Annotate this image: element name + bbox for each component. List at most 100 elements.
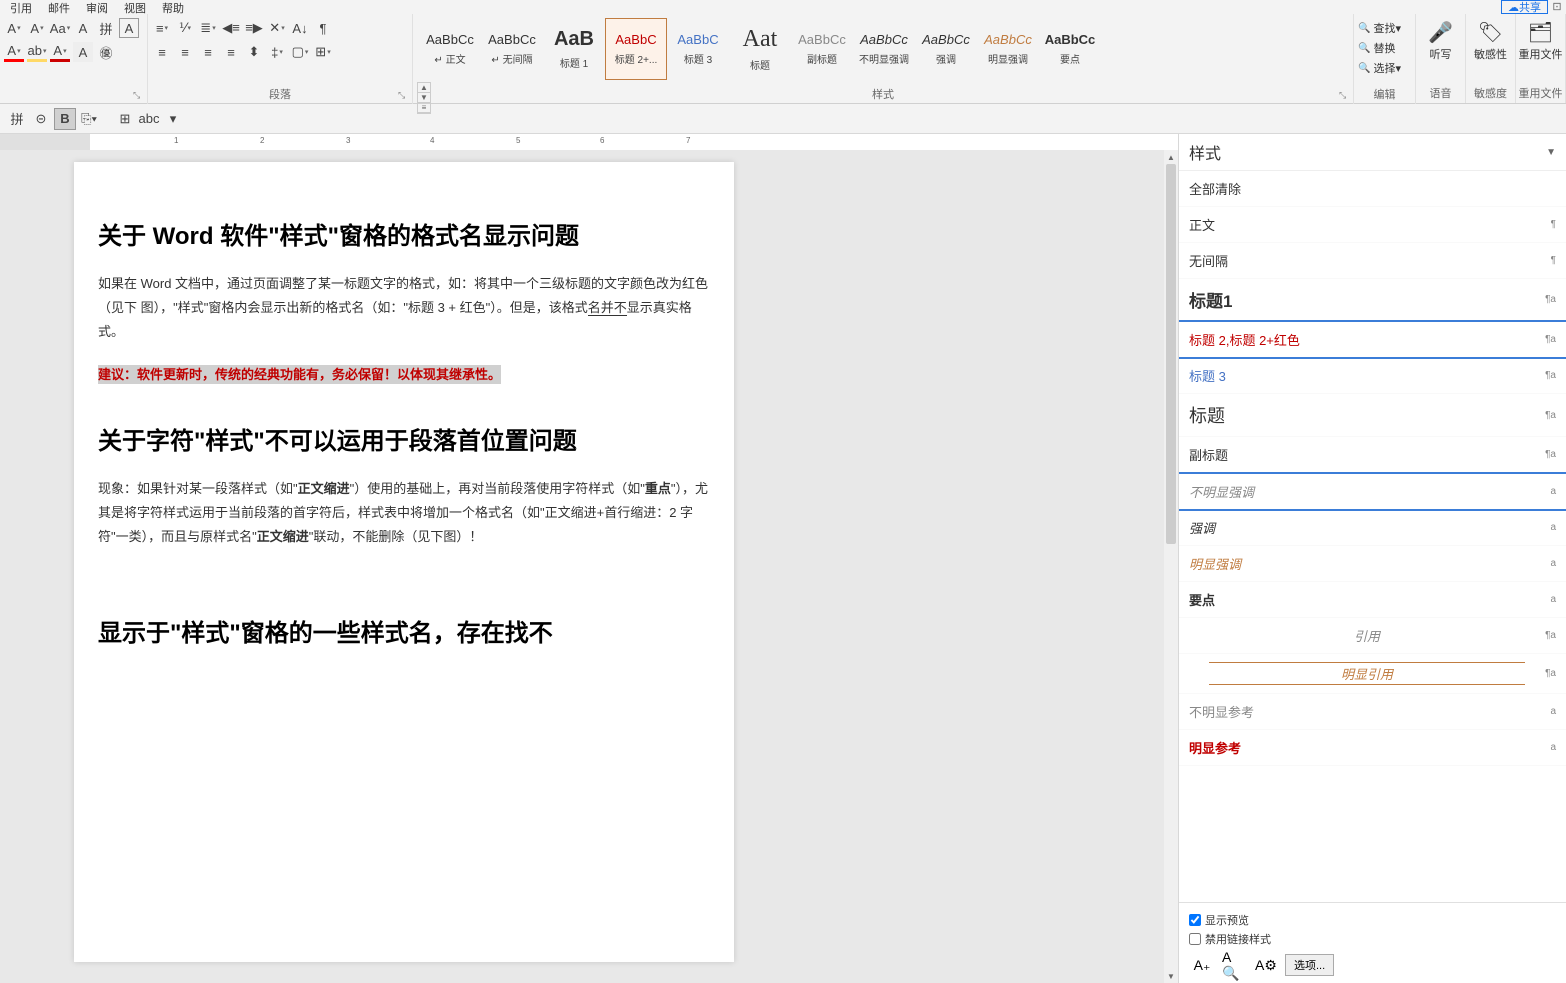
qat-table[interactable]: ⊞ (114, 108, 136, 130)
style-list-item-0[interactable]: 正文¶ (1179, 207, 1566, 243)
gallery-more[interactable]: ≡ (418, 103, 430, 113)
styles-dialog-launcher[interactable]: ⤡ (1339, 90, 1349, 100)
multilevel-list-button[interactable]: ≣ (198, 18, 218, 38)
pane-dropdown[interactable]: ▼ (1546, 147, 1556, 158)
style-list-item-14[interactable]: 明显参考a (1179, 730, 1566, 766)
menu-view[interactable]: 视图 (116, 0, 154, 14)
qat-pinyin[interactable]: 拼 (6, 108, 28, 130)
qat-copy[interactable]: ⎘▾ (78, 108, 100, 130)
horizontal-ruler[interactable]: 1 2 3 4 5 6 7 (0, 134, 1178, 150)
sort-button[interactable]: A↓ (290, 18, 310, 38)
gallery-style-9[interactable]: AaBbCc明显强调 (977, 18, 1039, 80)
document-area: 1 2 3 4 5 6 7 关于 Word 软件"样式"窗格的格式名显示问题 如… (0, 134, 1178, 983)
menu-mailings[interactable]: 邮件 (40, 0, 78, 14)
comments-button[interactable]: ⊡ (1548, 0, 1566, 14)
justify-button[interactable]: ≡ (221, 42, 241, 62)
dictate-button[interactable]: 🎤 听写 语音 (1416, 14, 1466, 103)
bullets-button[interactable]: ≡ (152, 18, 172, 38)
scroll-thumb[interactable] (1166, 164, 1176, 544)
enclose-char-button[interactable]: ㊝ (96, 42, 116, 62)
style-list-item-5[interactable]: 标题¶a (1179, 394, 1566, 437)
document-page[interactable]: 关于 Word 软件"样式"窗格的格式名显示问题 如果在 Word 文档中，通过… (74, 162, 734, 962)
style-inspector-button[interactable]: A🔍 (1221, 953, 1247, 977)
gallery-style-2[interactable]: AaB标题 1 (543, 18, 605, 80)
style-list-item-11[interactable]: 引用¶a (1179, 618, 1566, 654)
qat-bold[interactable]: B (54, 108, 76, 130)
scroll-up-arrow[interactable]: ▲ (1164, 150, 1178, 164)
show-marks-button[interactable]: ¶ (313, 18, 333, 38)
gallery-style-3[interactable]: AaBbC标题 2+... (605, 18, 667, 80)
increase-indent-button[interactable]: ≡▶ (244, 18, 264, 38)
para-dialog-launcher[interactable]: ⤡ (398, 90, 408, 100)
gallery-style-6[interactable]: AaBbCc副标题 (791, 18, 853, 80)
reuse-files-button[interactable]: 🗂 重用文件 重用文件 (1516, 14, 1566, 103)
qat-subscript[interactable]: abc (138, 108, 160, 130)
paragraph-highlight[interactable]: 建议：软件更新时，传统的经典功能有，务必保留！以体现其继承性。 (98, 363, 714, 387)
numbering-button[interactable]: ⅟ (175, 18, 195, 38)
style-list-item-10[interactable]: 要点a (1179, 582, 1566, 618)
font-family-dropdown[interactable]: A (4, 18, 24, 38)
qat-more[interactable]: ▾ (162, 108, 184, 130)
styles-pane: 样式 ▼ 全部清除 正文¶无间隔¶标题1¶a标题 2,标题 2+红色¶a标题 3… (1178, 134, 1566, 983)
align-right-button[interactable]: ≡ (198, 42, 218, 62)
line-spacing-button[interactable]: ‡ (267, 42, 287, 62)
manage-styles-button[interactable]: A⚙ (1253, 953, 1279, 977)
phonetic-guide-button[interactable]: 拼 (96, 18, 116, 38)
font-dialog-launcher[interactable]: ⤡ (133, 90, 143, 100)
menu-review[interactable]: 审阅 (78, 0, 116, 14)
qat-enclose[interactable]: ⊝ (30, 108, 52, 130)
new-style-button[interactable]: A₊ (1189, 953, 1215, 977)
style-list-item-13[interactable]: 不明显参考a (1179, 694, 1566, 730)
char-shading-button[interactable]: A (73, 42, 93, 62)
gallery-style-8[interactable]: AaBbCc强调 (915, 18, 977, 80)
gallery-style-5[interactable]: Aat标题 (729, 18, 791, 80)
select-button[interactable]: 选择 ▾ (1358, 58, 1411, 78)
style-list-item-1[interactable]: 无间隔¶ (1179, 243, 1566, 279)
style-list-item-8[interactable]: 强调a (1179, 510, 1566, 546)
distribute-button[interactable]: ⬍ (244, 42, 264, 62)
gallery-style-10[interactable]: AaBbCc要点 (1039, 18, 1101, 80)
clear-formatting-button[interactable]: A (73, 18, 93, 38)
highlight-color-button[interactable]: ab (27, 42, 47, 62)
style-list-item-9[interactable]: 明显强调a (1179, 546, 1566, 582)
char-border-button[interactable]: A (119, 18, 139, 38)
scroll-down-arrow[interactable]: ▼ (1164, 969, 1178, 983)
heading-2[interactable]: 关于字符"样式"不可以运用于段落首位置问题 (98, 417, 714, 467)
style-list-item-4[interactable]: 标题 3¶a (1179, 358, 1566, 394)
style-list-item-12[interactable]: 明显引用¶a (1179, 654, 1566, 694)
decrease-indent-button[interactable]: ◀≡ (221, 18, 241, 38)
style-clear-all[interactable]: 全部清除 (1179, 171, 1566, 207)
style-list-item-7[interactable]: 不明显强调a (1179, 472, 1566, 511)
gallery-style-1[interactable]: AaBbCc↵ 无间隔 (481, 18, 543, 80)
align-left-button[interactable]: ≡ (152, 42, 172, 62)
menu-references[interactable]: 引用 (2, 0, 40, 14)
borders-button[interactable]: ⊞ (313, 42, 333, 62)
paragraph-2[interactable]: 现象：如果针对某一段落样式（如"正文缩进"）使用的基础上，再对当前段落使用字符样… (98, 477, 714, 549)
find-button[interactable]: 查找 ▾ (1358, 18, 1411, 38)
styles-gallery[interactable]: AaBbCc↵ 正文AaBbCc↵ 无间隔AaB标题 1AaBbC标题 2+..… (417, 16, 1349, 82)
paragraph-1[interactable]: 如果在 Word 文档中，通过页面调整了某一标题文字的格式，如：将其中一个三级标… (98, 272, 714, 344)
vertical-scrollbar[interactable]: ▲ ▼ (1164, 150, 1178, 983)
heading-1[interactable]: 关于 Word 软件"样式"窗格的格式名显示问题 (98, 212, 714, 262)
gallery-style-7[interactable]: AaBbCc不明显强调 (853, 18, 915, 80)
heading-3[interactable]: 显示于"样式"窗格的一些样式名，存在找不 (98, 609, 714, 659)
change-case-button[interactable]: Aa (50, 18, 70, 38)
gallery-style-0[interactable]: AaBbCc↵ 正文 (419, 18, 481, 80)
asian-layout-button[interactable]: ✕ (267, 18, 287, 38)
disable-linked-checkbox[interactable]: 禁用链接样式 (1189, 931, 1556, 947)
align-center-button[interactable]: ≡ (175, 42, 195, 62)
style-list-item-6[interactable]: 副标题¶a (1179, 437, 1566, 473)
shading-button[interactable]: ▢ (290, 42, 310, 62)
style-list-item-3[interactable]: 标题 2,标题 2+红色¶a (1179, 320, 1566, 359)
gallery-style-4[interactable]: AaBbC标题 3 (667, 18, 729, 80)
sensitivity-button[interactable]: 🏷 敏感性 敏感度 (1466, 14, 1516, 103)
share-button[interactable]: ☁ 共享 (1501, 0, 1548, 14)
replace-button[interactable]: 替换 (1358, 38, 1411, 58)
font-color-2-button[interactable]: A (50, 42, 70, 62)
options-button[interactable]: 选项... (1285, 954, 1334, 976)
font-size-dropdown[interactable]: A (27, 18, 47, 38)
menu-help[interactable]: 帮助 (154, 0, 192, 14)
show-preview-checkbox[interactable]: 显示预览 (1189, 912, 1556, 928)
style-list-item-2[interactable]: 标题1¶a (1179, 279, 1566, 321)
font-color-button[interactable]: A (4, 42, 24, 62)
